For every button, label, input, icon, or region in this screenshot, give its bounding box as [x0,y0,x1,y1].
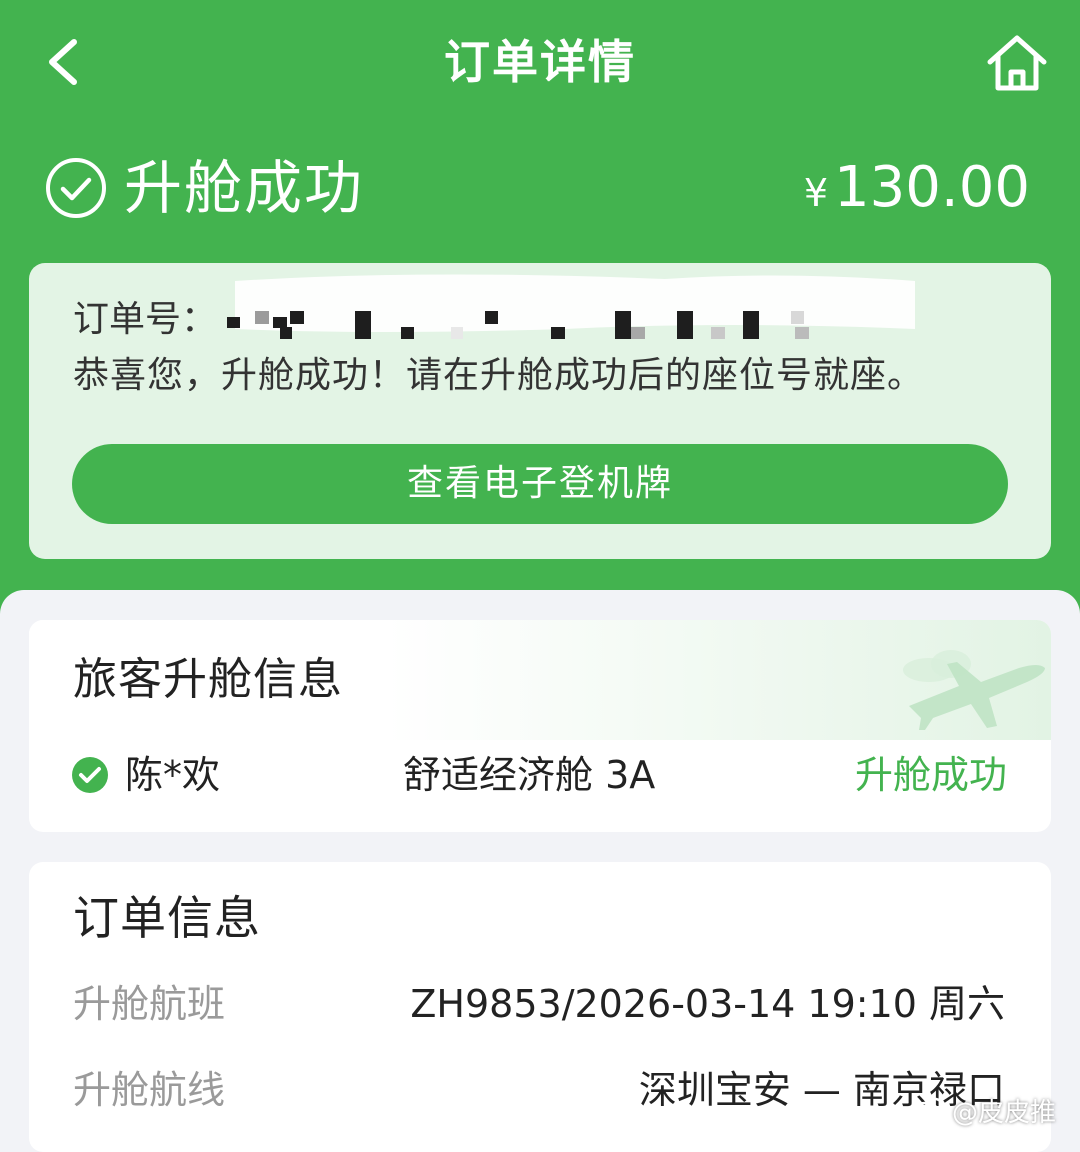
page-title: 订单详情 [444,35,636,89]
watermark: @皮皮推 [908,1088,1056,1132]
flight-value: ZH9853/2026-03-14 19:10 周六 [410,982,1005,1026]
section-title: 订单信息 [73,891,261,945]
status-text: 升舱成功 [124,154,365,222]
order-info-card: 订单信息 升舱航班 ZH9853/2026-03-14 19:10 周六 升舱航… [29,862,1051,1152]
section-title: 旅客升舱信息 [73,654,343,705]
flight-label: 升舱航班 [73,982,226,1026]
check-filled-icon [72,757,108,793]
success-message: 恭喜您，升舱成功！请在升舱成功后的座位号就座。 [73,355,925,396]
passenger-upgrade-card: 旅客升舱信息 陈*欢 舒适经济舱 3A 升舱成功 [29,620,1051,832]
order-amount: ¥130.00 [804,148,1030,241]
route-label: 升舱航线 [73,1068,226,1112]
currency-symbol: ¥ [803,171,829,215]
order-number-redacted [227,274,915,339]
passenger-name: 陈*欢 [125,753,221,797]
order-summary-card: 订单号： 恭喜您，升舱成功！请在升舱成功后的座位号就座。 查看电子登机牌 [29,263,1051,559]
order-status: 升舱成功 [44,148,364,228]
order-number-label: 订单号： [73,299,218,340]
passenger-upgrade-status: 升舱成功 [854,753,1007,797]
watermark-text: @皮皮推 [952,1097,1057,1128]
weibo-icon [909,1097,946,1125]
airplane-icon [903,650,1045,730]
amount-value: 130.00 [834,155,1030,220]
home-button[interactable] [984,32,1050,94]
check-circle-icon [46,158,106,218]
home-icon [987,35,1047,91]
passenger-seat: 舒适经济舱 3A [403,753,656,797]
view-boarding-pass-button[interactable]: 查看电子登机牌 [72,444,1008,524]
